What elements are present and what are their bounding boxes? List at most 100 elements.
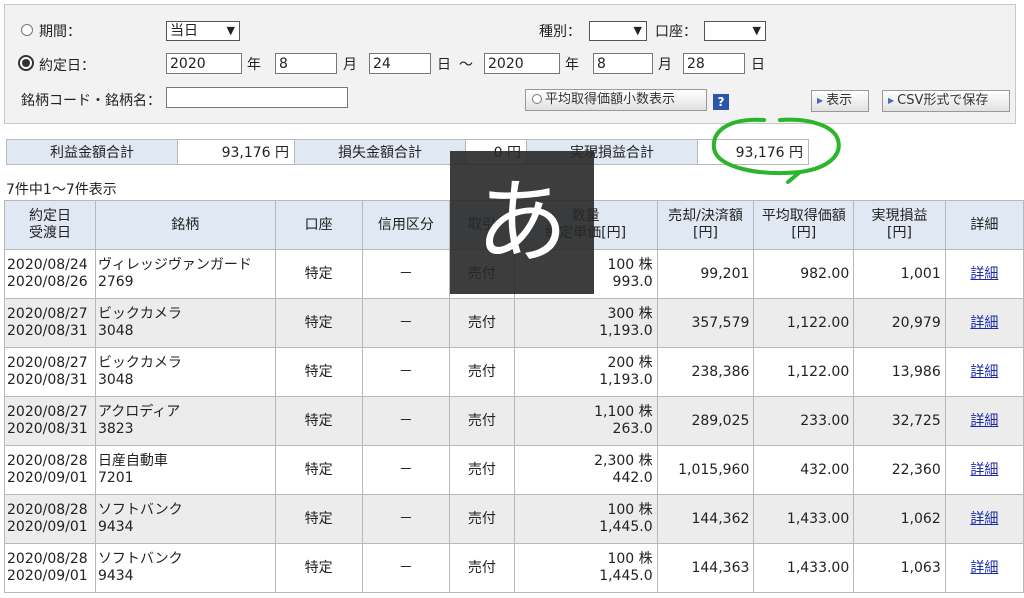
avg-price-cell: 982.00 (753, 249, 855, 299)
detail-cell: 詳細 (944, 249, 1024, 299)
realized-pl-cell: 32,725 (853, 396, 946, 446)
to-year-input[interactable] (484, 53, 560, 74)
to-day-input[interactable] (683, 53, 745, 74)
detail-link[interactable]: 詳細 (970, 560, 998, 576)
stock-cell: 日産自動車 7201 (94, 445, 276, 495)
col-avg-header: 平均取得価額 [円] (753, 200, 855, 250)
unit-price: 263.0 (612, 421, 653, 437)
stock-name: ビックカメラ (97, 306, 182, 322)
stock-cell: ビックカメラ 3048 (94, 347, 276, 397)
profit-total-value: 93,176 円 (177, 139, 295, 165)
type-select[interactable]: ▼ (589, 21, 647, 41)
detail-link[interactable]: 詳細 (970, 511, 998, 527)
table-row: 2020/08/28 2020/09/01 日産自動車 7201 特定－売付 2,300 … (4, 445, 1024, 495)
detail-cell: 詳細 (944, 396, 1024, 446)
trade-date-label: 約定日： (39, 58, 95, 74)
range-tilde: 〜 (459, 57, 473, 73)
avg-price-cell: 1,433.00 (753, 543, 855, 593)
unit-price: 442.0 (612, 470, 653, 486)
from-day-unit: 日 (437, 57, 451, 73)
stock-code: 2769 (97, 274, 134, 290)
sale-amount-cell: 1,015,960 (656, 445, 755, 495)
margin-cell: － (361, 347, 451, 397)
trade-settle-date-cell: 2020/08/27 2020/08/31 (4, 347, 96, 397)
qty-price-cell: 1,100 株 263.0 (513, 396, 658, 446)
avg-price-cell: 1,122.00 (753, 298, 855, 348)
trade-type-cell: 売付 (449, 543, 515, 593)
loss-total-label: 損失金額合計 (294, 139, 466, 165)
qty-price-cell: 200 株 1,193.0 (513, 347, 658, 397)
quantity: 100 株 (607, 257, 653, 273)
from-day-input[interactable] (369, 53, 431, 74)
detail-cell: 詳細 (944, 298, 1024, 348)
detail-link[interactable]: 詳細 (970, 364, 998, 380)
unit-price: 1,445.0 (599, 568, 653, 584)
to-month-input[interactable] (593, 53, 653, 74)
settle-date: 2020/08/31 (7, 421, 88, 437)
detail-link[interactable]: 詳細 (970, 462, 998, 478)
trade-settle-date-cell: 2020/08/28 2020/09/01 (4, 543, 96, 593)
detail-cell: 詳細 (944, 494, 1024, 544)
from-year-unit: 年 (247, 57, 261, 73)
col-margin-header: 信用区分 (361, 200, 451, 250)
stock-cell: アクロディア 3823 (94, 396, 276, 446)
realized-pl-cell: 1,063 (853, 543, 946, 593)
settle-date: 2020/08/31 (7, 323, 88, 339)
period-radio[interactable] (21, 24, 33, 36)
qty-price-cell: 100 株 1,445.0 (513, 494, 658, 544)
stock-name: 日産自動車 (97, 453, 168, 469)
detail-cell: 詳細 (944, 347, 1024, 397)
quantity: 200 株 (607, 355, 653, 371)
margin-cell: － (361, 396, 451, 446)
csv-save-button[interactable]: ▶ CSV形式で保存 (882, 90, 1010, 112)
chevron-down-icon: ▼ (752, 24, 761, 37)
trade-settle-date-cell: 2020/08/27 2020/08/31 (4, 396, 96, 446)
avg-price-cell: 1,433.00 (753, 494, 855, 544)
stock-input[interactable] (166, 87, 348, 108)
settle-date: 2020/09/01 (7, 470, 88, 486)
account-cell: 特定 (274, 494, 363, 544)
realized-pl-cell: 1,062 (853, 494, 946, 544)
green-highlight-circle (711, 117, 841, 184)
stock-code: 9434 (97, 568, 134, 584)
qty-price-cell: 300 株 1,193.0 (513, 298, 658, 348)
help-icon[interactable]: ? (713, 94, 729, 110)
realized-pl-cell: 20,979 (853, 298, 946, 348)
stock-name: ヴィレッジヴァンガード (97, 257, 252, 273)
trade-date: 2020/08/27 (7, 404, 88, 420)
period-select[interactable]: 当日 ▼ (166, 21, 240, 41)
sale-amount-cell: 144,363 (656, 543, 755, 593)
col-pl-header: 実現損益 [円] (853, 200, 946, 250)
margin-cell: － (361, 298, 451, 348)
from-year-input[interactable] (166, 53, 242, 74)
csv-save-button-label: CSV形式で保存 (897, 93, 989, 108)
detail-link[interactable]: 詳細 (970, 266, 998, 282)
account-select[interactable]: ▼ (704, 21, 766, 41)
stock-name: ソフトバンク (97, 502, 183, 518)
triangle-right-icon: ▶ (888, 96, 895, 105)
detail-link[interactable]: 詳細 (970, 413, 998, 429)
avg-price-decimal-toggle[interactable]: 平均取得価額小数表示 (525, 89, 707, 111)
trade-date-radio[interactable] (18, 55, 34, 71)
filter-panel: 期間： 当日 ▼ 種別： ▼ 口座： ▼ 約定日： 年 月 日 〜 年 月 日 … (4, 4, 1016, 124)
account-label: 口座： (655, 24, 697, 40)
to-day-unit: 日 (751, 57, 765, 73)
settle-date: 2020/08/31 (7, 372, 88, 388)
period-select-value: 当日 (170, 23, 198, 39)
trade-date: 2020/08/28 (7, 453, 88, 469)
quantity: 1,100 株 (594, 404, 653, 420)
type-label: 種別： (539, 24, 581, 40)
account-cell: 特定 (274, 396, 363, 446)
result-count: 7件中1〜7件表示 (6, 182, 117, 198)
detail-cell: 詳細 (944, 543, 1024, 593)
stock-name: アクロディア (97, 404, 181, 420)
detail-link[interactable]: 詳細 (970, 315, 998, 331)
trade-date: 2020/08/28 (7, 502, 88, 518)
trade-settle-date-cell: 2020/08/28 2020/09/01 (4, 445, 96, 495)
show-button[interactable]: ▶ 表示 (811, 90, 869, 112)
stock-code: 7201 (97, 470, 134, 486)
realized-pl-cell: 22,360 (853, 445, 946, 495)
trade-type-cell: 売付 (449, 396, 515, 446)
stock-cell: ビックカメラ 3048 (94, 298, 276, 348)
from-month-input[interactable] (275, 53, 337, 74)
